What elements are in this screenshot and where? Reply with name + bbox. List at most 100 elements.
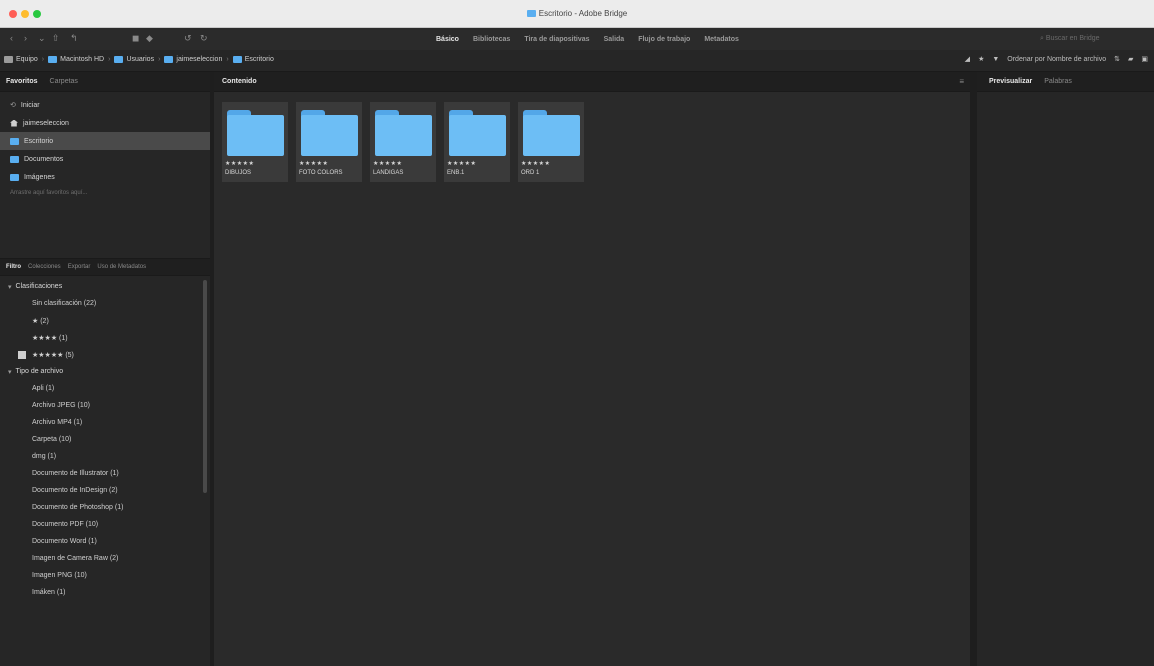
sidebar-item-label: Iniciar: [20, 101, 40, 109]
filter-item-label: Documento de InDesign (2): [32, 487, 118, 494]
rating-filter-icon[interactable]: ★: [978, 55, 984, 63]
filter-group-tipo-de-archivo[interactable]: ▾ Tipo de archivo: [0, 363, 200, 380]
filter-item-label: ★ (2): [32, 317, 49, 325]
filter-item[interactable]: ★ (2): [0, 312, 200, 329]
tab-previsualizar[interactable]: Previsualizar: [989, 78, 1032, 85]
panel-menu-icon[interactable]: ≡: [959, 77, 964, 86]
filter-item[interactable]: dmg (1): [0, 448, 200, 465]
folder-thumbnail[interactable]: ★★★★★ DIBUJOS: [222, 102, 288, 182]
reveal-icon[interactable]: ⇧: [52, 33, 60, 44]
filter-item[interactable]: Imagen de Camera Raw (2): [0, 550, 200, 567]
rotate-right-icon[interactable]: ↻: [200, 33, 208, 44]
rating-stars[interactable]: ★★★★★: [373, 160, 402, 167]
filter-item[interactable]: Apli (1): [0, 380, 200, 397]
filter-item[interactable]: ★★★★★ (5): [0, 346, 200, 363]
sidebar-item-iniciar[interactable]: ⟲ Iniciar: [0, 96, 210, 114]
rating-stars[interactable]: ★★★★★: [225, 160, 254, 167]
delete-icon[interactable]: ▣: [1141, 55, 1148, 63]
breadcrumb-item[interactable]: Equipo: [4, 56, 38, 63]
sidebar-item-jaimeseleccion[interactable]: jaimeseleccion: [0, 114, 210, 132]
content-tabs: Contenido ≡: [214, 72, 970, 92]
filter-item[interactable]: ★★★★ (1): [0, 329, 200, 346]
filter-item[interactable]: Carpeta (10): [0, 431, 200, 448]
favorites-hint: Arrastre aquí favoritos aquí...: [10, 190, 88, 196]
breadcrumb-label: Macintosh HD: [60, 56, 105, 63]
filter-checkbox[interactable]: [18, 350, 26, 359]
tab-salida[interactable]: Salida: [604, 36, 625, 43]
thumbnail-filename: FOTO COLORS: [299, 170, 343, 176]
breadcrumb-item[interactable]: Macintosh HD: [48, 56, 104, 63]
rating-stars[interactable]: ★★★★★: [521, 160, 550, 167]
tab-colecciones[interactable]: Colecciones: [28, 264, 61, 270]
rating-stars[interactable]: ★★★★★: [447, 160, 476, 167]
computer-icon: [4, 56, 13, 63]
sidebar-item-imagenes[interactable]: Imágenes: [0, 168, 210, 186]
thumbnail-filename: ENB.1: [447, 170, 465, 176]
filter-item[interactable]: Documento Word (1): [0, 533, 200, 550]
quality-icon[interactable]: ◢: [965, 55, 970, 63]
refine-icon[interactable]: ◆: [146, 33, 153, 44]
filter-item-label: Documento de Illustrator (1): [32, 470, 119, 477]
filter-item-label: Sin clasificación (22): [32, 300, 97, 307]
recent-icon[interactable]: ⌄: [38, 33, 46, 44]
tab-tira-de-diapositivas[interactable]: Tira de diapositivas: [524, 36, 589, 43]
sidebar-item-escritorio[interactable]: Escritorio: [0, 132, 210, 150]
filter-item[interactable]: Archivo JPEG (10): [0, 397, 200, 414]
folder-thumbnail[interactable]: ★★★★★ LANDIGAS: [370, 102, 436, 182]
tab-basico[interactable]: Básico: [436, 36, 459, 43]
thumbnail-filename: ORD 1: [521, 170, 540, 176]
breadcrumb-item[interactable]: Usuarios: [114, 56, 154, 63]
chevron-right-icon: ›: [41, 56, 45, 63]
camera-icon[interactable]: ◼: [132, 33, 139, 44]
tab-bibliotecas[interactable]: Bibliotecas: [473, 36, 510, 43]
folder-thumbnail[interactable]: ★★★★★ ORD 1: [518, 102, 584, 182]
tab-filtro[interactable]: Filtro: [6, 264, 21, 270]
sort-direction-icon[interactable]: ⇅: [1114, 55, 1120, 63]
filter-item[interactable]: Imagen PNG (10): [0, 567, 200, 584]
tab-palabras[interactable]: Palabras: [1044, 78, 1072, 85]
filter-item-label: Imagen PNG (10): [32, 572, 87, 579]
filter-item[interactable]: Documento de Illustrator (1): [0, 465, 200, 482]
tab-favoritos[interactable]: Favoritos: [6, 78, 38, 85]
chevron-right-icon: ›: [158, 56, 161, 63]
breadcrumb-item[interactable]: Escritorio: [232, 56, 274, 63]
tab-exportar[interactable]: Exportar: [68, 264, 91, 270]
filter-item[interactable]: Documento PDF (10): [0, 516, 200, 533]
folder-body-shape: [301, 115, 358, 156]
back-icon[interactable]: ‹: [10, 33, 13, 44]
sort-dropdown[interactable]: Ordenar por Nombre de archivo: [1007, 56, 1106, 63]
filter-item[interactable]: Imáken (1): [0, 584, 200, 601]
folder-thumbnail[interactable]: ★★★★★ ENB.1: [444, 102, 510, 182]
rating-stars[interactable]: ★★★★★: [299, 160, 328, 167]
new-folder-icon[interactable]: ▰: [1128, 55, 1133, 63]
tab-carpetas[interactable]: Carpetas: [50, 78, 78, 85]
filter-icon[interactable]: ▼: [992, 56, 999, 63]
tab-uso-de-metadatos[interactable]: Uso de Metadatos: [97, 264, 146, 270]
tab-content[interactable]: Contenido: [222, 78, 257, 85]
window-title: Escritorio - Adobe Bridge: [538, 9, 628, 18]
tab-flujo-de-trabajo[interactable]: Flujo de trabajo: [638, 36, 690, 43]
filter-item[interactable]: Archivo MP4 (1): [0, 414, 200, 431]
filter-group-label: Clasificaciones: [15, 283, 63, 290]
view-controls: ◢ ★ ▼ Ordenar por Nombre de archivo ⇅ ▰ …: [957, 55, 1148, 64]
breadcrumb-item[interactable]: jaimeseleccion: [164, 56, 222, 63]
sidebar-item-label: jaimeseleccion: [23, 119, 69, 127]
filter-item[interactable]: Sin clasificación (22): [0, 295, 200, 312]
filter-item-label: ★★★★ (1): [32, 334, 68, 342]
search-input[interactable]: ⌕ Buscar en Bridge: [1036, 32, 1146, 46]
folder-thumbnail[interactable]: ★★★★★ FOTO COLORS: [296, 102, 362, 182]
filter-item-label: Archivo MP4 (1): [32, 419, 83, 426]
rotate-left-icon[interactable]: ↺: [184, 33, 192, 44]
filter-item-label: Documento PDF (10): [32, 521, 99, 528]
preview-tabs: Previsualizar Palabras: [977, 72, 1154, 92]
tab-metadatos[interactable]: Metadatos: [704, 36, 739, 43]
filter-item[interactable]: Documento de InDesign (2): [0, 482, 200, 499]
filter-scrollbar[interactable]: [203, 280, 207, 493]
return-icon[interactable]: ↰: [70, 33, 78, 44]
filter-item[interactable]: Documento de Photoshop (1): [0, 499, 200, 516]
forward-icon[interactable]: ›: [24, 33, 27, 44]
sidebar-item-documentos[interactable]: Documentos: [0, 150, 210, 168]
filter-item-label: Documento de Photoshop (1): [32, 504, 124, 511]
folder-icon: [10, 173, 19, 181]
filter-group-clasificaciones[interactable]: ▾ Clasificaciones: [0, 278, 200, 295]
